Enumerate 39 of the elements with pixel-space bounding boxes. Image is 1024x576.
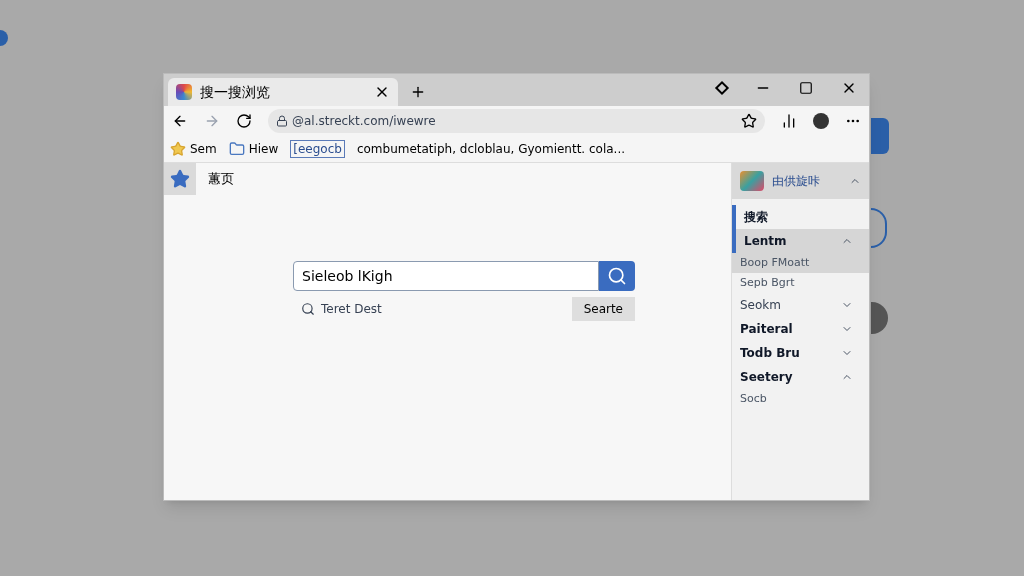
search-hint: Teret Dest [321,301,382,318]
maximize-icon[interactable] [799,81,813,95]
sidebar-item[interactable]: Paiteral [732,317,869,341]
star-icon [170,169,190,189]
pin-icon[interactable] [714,80,730,96]
star-icon [170,141,186,157]
address-bar[interactable]: @al.streckt.com/iwewre [268,109,765,133]
bookmark-item[interactable]: Hiew [228,140,279,158]
reload-icon[interactable] [236,113,252,129]
lock-icon [276,115,288,127]
folder-icon [228,141,245,157]
bookmark-link[interactable]: [eegocb [290,140,345,158]
search-submit-button[interactable]: Searte [571,297,635,321]
search-button[interactable] [599,261,635,291]
app-logo-icon [740,171,764,191]
back-icon[interactable] [172,113,188,129]
sidebar-item[interactable]: Todb Bru [732,341,869,365]
collections-icon[interactable] [781,113,797,129]
favorites-button[interactable] [164,163,196,195]
sidebar-item[interactable]: Seetery [732,365,869,389]
sidebar-subitem[interactable]: Boop FMoatt [732,253,869,273]
bookmark-star-icon[interactable] [741,113,757,129]
sidebar-subitem[interactable]: Socb [732,389,869,409]
sidebar-item[interactable]: Lentm [732,229,869,253]
panel-title: 由供旋咔 [772,173,821,190]
bookmark-item[interactable]: Sem [170,140,217,158]
tab-title: 搜一搜浏览 [200,82,271,102]
page-title: 蕙页 [208,170,234,189]
sidebar-subitem[interactable]: Sepb Bgrt [732,273,869,293]
search-icon [301,302,315,316]
app-logo-icon [176,84,192,100]
browser-tab[interactable]: 搜一搜浏览 [168,78,398,106]
profile-icon[interactable] [813,113,829,129]
search-field[interactable]: Sieleob lKigh [293,261,599,291]
new-tab-icon[interactable] [410,84,426,100]
sidebar-item[interactable]: Seokm [732,293,869,317]
panel-header[interactable]: 由供旋咔 [732,163,869,199]
search-icon [607,266,627,286]
bookmark-text: combumetatiph, dcloblau, Gyomientt. cola... [356,141,626,158]
